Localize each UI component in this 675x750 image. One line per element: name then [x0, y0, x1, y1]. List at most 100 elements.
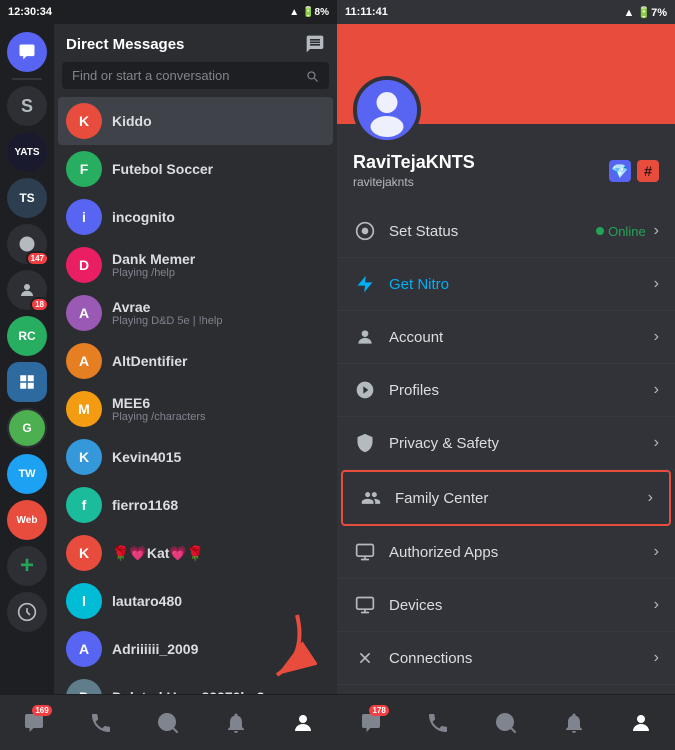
- time-left: 12:30:34: [8, 6, 52, 18]
- sidebar-server-web[interactable]: Web: [7, 500, 47, 540]
- settings-item-privacy-safety[interactable]: Privacy & Safety ›: [337, 417, 675, 470]
- connections-chevron: ›: [654, 649, 659, 667]
- settings-item-devices[interactable]: Devices ›: [337, 579, 675, 632]
- settings-item-account[interactable]: Account ›: [337, 311, 675, 364]
- dm-item-2[interactable]: i incognito: [58, 193, 333, 241]
- settings-item-set-status[interactable]: Set Status Online ›: [337, 205, 675, 258]
- devices-chevron: ›: [654, 596, 659, 614]
- settings-item-family-center[interactable]: Family Center ›: [341, 470, 671, 526]
- authorized-apps-icon: [353, 540, 377, 564]
- nav-calls-left[interactable]: [79, 701, 123, 745]
- profile-header: [337, 24, 675, 124]
- nav-notifications-left[interactable]: [214, 701, 258, 745]
- badge-hypesquad: #: [637, 160, 659, 182]
- dm-search-bar[interactable]: Find or start a conversation: [62, 62, 329, 89]
- profiles-chevron: ›: [654, 381, 659, 399]
- settings-item-authorized-apps[interactable]: Authorized Apps ›: [337, 526, 675, 579]
- set-status-label: Set Status: [389, 223, 596, 240]
- settings-list: Set Status Online › Get Nitro › Account …: [337, 201, 675, 694]
- authorized-apps-label: Authorized Apps: [389, 544, 646, 561]
- dm-avatar-0: K: [66, 103, 102, 139]
- dm-status-4: Playing D&D 5e | !help: [112, 315, 325, 327]
- online-dot: [596, 227, 604, 235]
- bottom-nav-right: 178: [337, 694, 675, 750]
- privacy-safety-chevron: ›: [654, 434, 659, 452]
- dm-item-0[interactable]: K Kiddo: [58, 97, 333, 145]
- sidebar-server-badge2[interactable]: 18: [7, 270, 47, 310]
- nav-notifications-right[interactable]: [552, 701, 596, 745]
- connections-icon: [353, 646, 377, 670]
- dm-avatar-12: D: [66, 679, 102, 694]
- nav-profile-left[interactable]: [281, 701, 325, 745]
- sidebar-server-blue[interactable]: [7, 362, 47, 402]
- account-label: Account: [389, 329, 646, 346]
- set-status-icon: [353, 219, 377, 243]
- dm-name-8: fierro1168: [112, 497, 325, 513]
- dm-item-6[interactable]: M MEE6 Playing /characters: [58, 385, 333, 433]
- set-status-chevron: ›: [654, 222, 659, 240]
- sidebar-server-rc[interactable]: RC: [7, 316, 47, 356]
- status-icons-right: ▲ 🔋7%: [623, 6, 667, 19]
- set-status-value: Online: [596, 224, 646, 239]
- sidebar-server-badge1[interactable]: 147: [7, 224, 47, 264]
- account-icon: [353, 325, 377, 349]
- status-icons-left: ▲ 🔋8%: [289, 7, 329, 18]
- get-nitro-chevron: ›: [654, 275, 659, 293]
- family-center-label: Family Center: [395, 490, 640, 507]
- dm-name-10: lautaro480: [112, 593, 325, 609]
- dm-avatar-11: A: [66, 631, 102, 667]
- dm-info-7: Kevin4015: [112, 449, 325, 465]
- nav-messages-left[interactable]: 169: [12, 701, 56, 745]
- new-dm-icon[interactable]: [305, 34, 325, 54]
- dm-item-12[interactable]: D Deleted User 82270ba3: [58, 673, 333, 694]
- dm-title: Direct Messages: [66, 36, 184, 53]
- dm-item-5[interactable]: A AltDentifier: [58, 337, 333, 385]
- dm-status-6: Playing /characters: [112, 411, 325, 423]
- nav-search-right[interactable]: [484, 701, 528, 745]
- dm-item-7[interactable]: K Kevin4015: [58, 433, 333, 481]
- profile-name: RaviTejaKNTS: [353, 152, 475, 173]
- dm-name-7: Kevin4015: [112, 449, 325, 465]
- sidebar-dm-icon[interactable]: [7, 32, 47, 72]
- dm-item-1[interactable]: F Futebol Soccer: [58, 145, 333, 193]
- dm-list: K Kiddo F Futebol Soccer i incognito D D…: [54, 97, 337, 694]
- dm-avatar-9: K: [66, 535, 102, 571]
- dm-info-4: Avrae Playing D&D 5e | !help: [112, 299, 325, 327]
- dm-info-3: Dank Memer Playing /help: [112, 251, 325, 279]
- settings-item-get-nitro[interactable]: Get Nitro ›: [337, 258, 675, 311]
- sidebar-add-server[interactable]: +: [7, 546, 47, 586]
- nav-calls-right[interactable]: [416, 701, 460, 745]
- devices-icon: [353, 593, 377, 617]
- dm-item-11[interactable]: A Adriiiiii_2009: [58, 625, 333, 673]
- dm-avatar-5: A: [66, 343, 102, 379]
- dm-item-10[interactable]: l lautaro480: [58, 577, 333, 625]
- dm-item-4[interactable]: A Avrae Playing D&D 5e | !help: [58, 289, 333, 337]
- sidebar-divider: [12, 78, 42, 80]
- profile-badges: 💎 #: [609, 160, 659, 182]
- dm-name-2: incognito: [112, 209, 325, 225]
- sidebar-server-tw[interactable]: TW: [7, 454, 47, 494]
- settings-item-friend-requests[interactable]: Friend Requests ›: [337, 685, 675, 694]
- sidebar-server-green[interactable]: G: [7, 408, 47, 448]
- sidebar-server-s[interactable]: S: [7, 86, 47, 126]
- nav-profile-right[interactable]: [619, 701, 663, 745]
- dm-name-5: AltDentifier: [112, 353, 325, 369]
- sidebar: S YATS TS 147 18 RC G TW Web +: [0, 24, 54, 694]
- time-right: 11:11:41: [345, 6, 388, 18]
- dm-name-3: Dank Memer: [112, 251, 325, 267]
- dm-name-9: 🌹💗Kat💗🌹: [112, 545, 325, 562]
- settings-item-profiles[interactable]: Profiles ›: [337, 364, 675, 417]
- nav-search-left[interactable]: [146, 701, 190, 745]
- sidebar-explore[interactable]: [7, 592, 47, 632]
- family-center-icon: [359, 486, 383, 510]
- sidebar-server-yats[interactable]: YATS: [7, 132, 47, 172]
- nav-messages-right[interactable]: 178: [349, 701, 393, 745]
- dm-item-3[interactable]: D Dank Memer Playing /help: [58, 241, 333, 289]
- dm-item-9[interactable]: K 🌹💗Kat💗🌹: [58, 529, 333, 577]
- right-panel: 11:11:41 ▲ 🔋7% RaviTejaKNTS ravitejaknts…: [337, 0, 675, 750]
- dm-info-5: AltDentifier: [112, 353, 325, 369]
- settings-item-connections[interactable]: Connections ›: [337, 632, 675, 685]
- dm-item-8[interactable]: f fierro1168: [58, 481, 333, 529]
- sidebar-server-ts[interactable]: TS: [7, 178, 47, 218]
- status-bar-left: 12:30:34 ▲ 🔋8%: [0, 0, 337, 24]
